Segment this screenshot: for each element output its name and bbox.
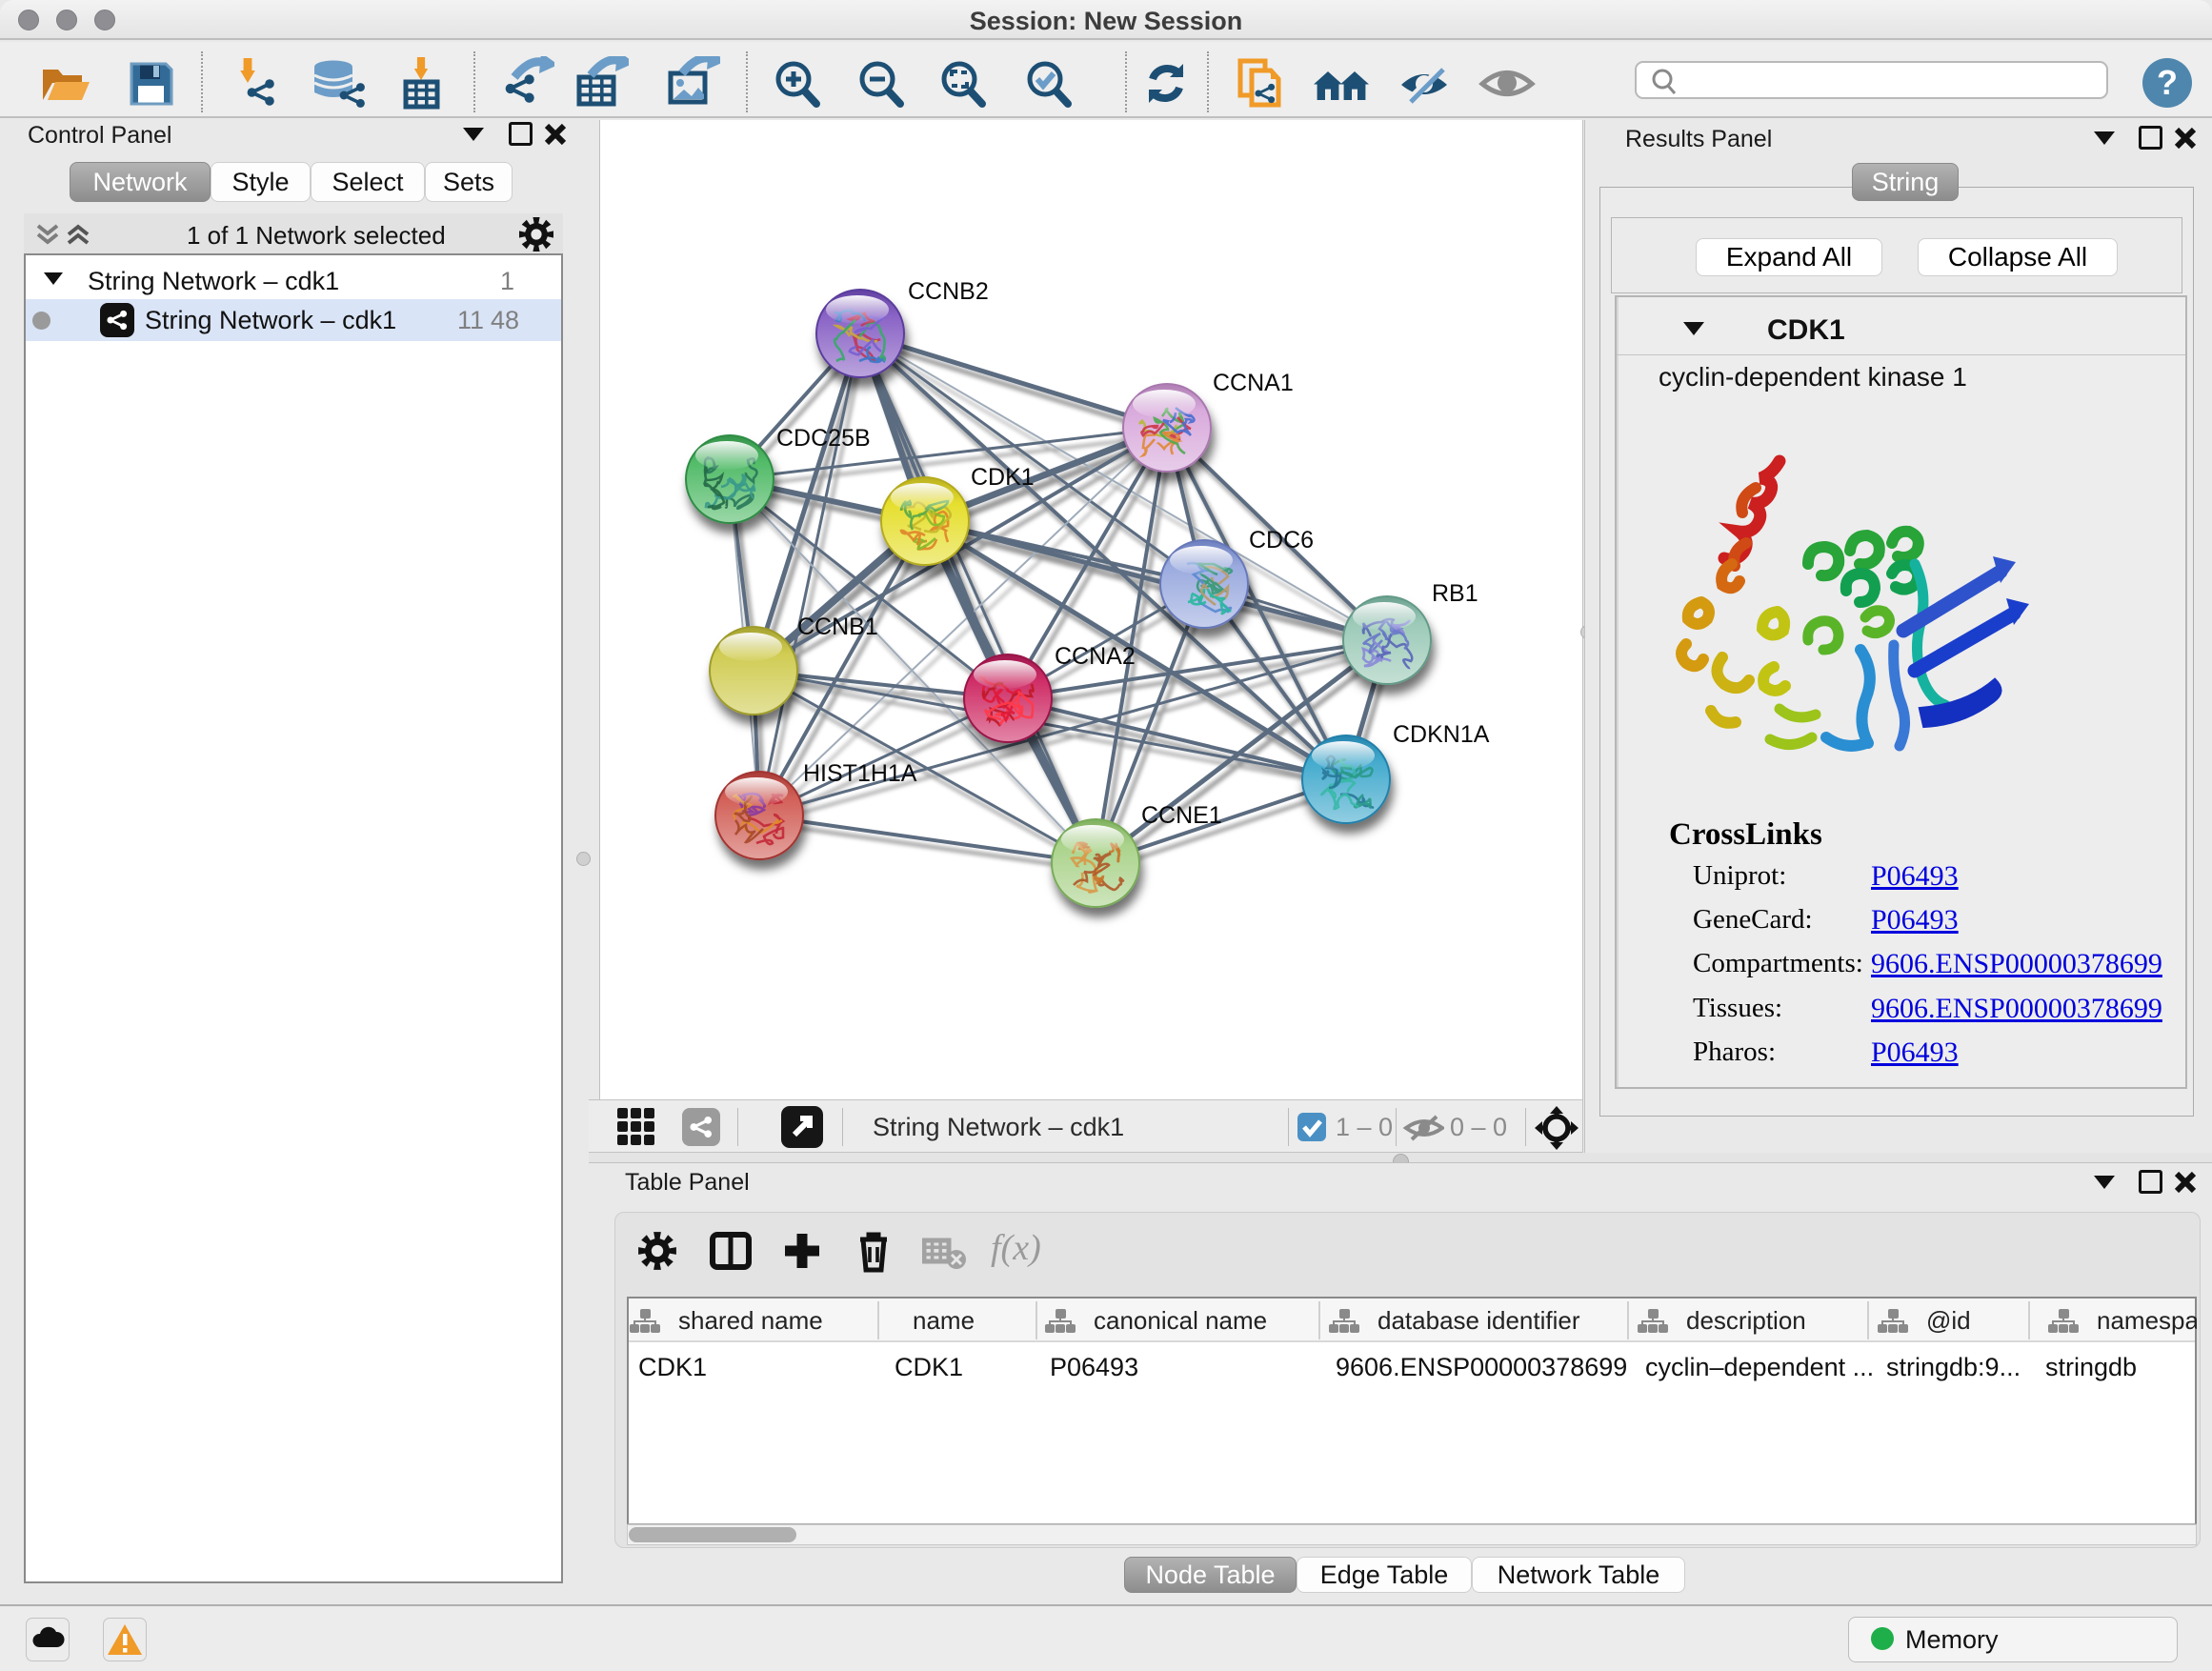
svg-text:?: ? bbox=[2157, 63, 2178, 102]
svg-text:CCNB1: CCNB1 bbox=[797, 614, 878, 640]
svg-text:RB1: RB1 bbox=[1432, 580, 1478, 607]
svg-text:CCNA2: CCNA2 bbox=[1055, 643, 1136, 670]
svg-text:CCNB2: CCNB2 bbox=[908, 278, 989, 305]
svg-text:CDKN1A: CDKN1A bbox=[1393, 721, 1490, 748]
svg-text:CCNA1: CCNA1 bbox=[1213, 370, 1294, 396]
svg-text:CDK1: CDK1 bbox=[971, 464, 1035, 491]
svg-text:CDC6: CDC6 bbox=[1249, 527, 1314, 554]
svg-text:HIST1H1A: HIST1H1A bbox=[803, 760, 917, 787]
svg-text:CDC25B: CDC25B bbox=[776, 425, 871, 452]
svg-text:CCNE1: CCNE1 bbox=[1141, 802, 1222, 829]
